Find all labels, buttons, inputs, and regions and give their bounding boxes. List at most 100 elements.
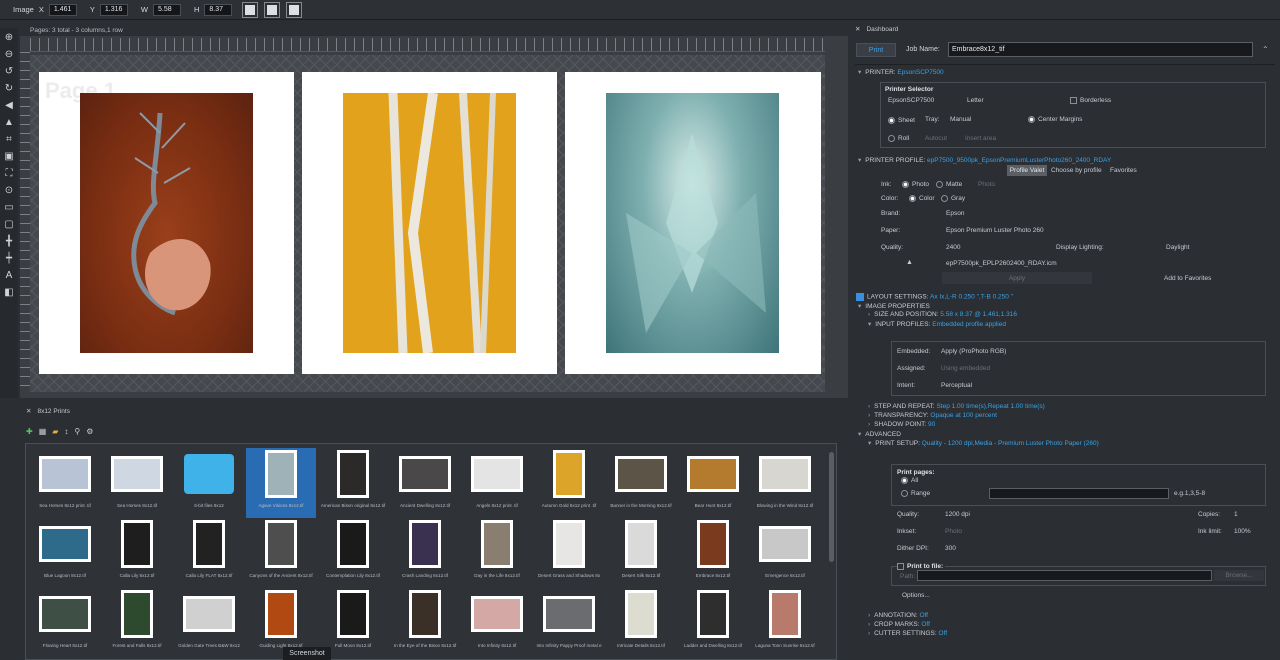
browse-button[interactable]: Browse... — [1214, 570, 1264, 581]
thumbnail-item[interactable]: Embrace 8x12.tif — [678, 518, 748, 588]
aspens-photo[interactable] — [343, 92, 516, 354]
paper-value[interactable]: Epson Premium Luster Photo 260 — [946, 227, 1044, 234]
w-input[interactable]: 5.58 — [152, 3, 181, 16]
ink-photo-radio[interactable]: Photo — [902, 181, 929, 188]
dither-value[interactable]: 300 — [945, 545, 956, 552]
add-icon[interactable]: ✚ — [26, 427, 33, 436]
thumbnail-item[interactable]: 6-bit files 8x12 — [174, 448, 244, 518]
actual-size-icon[interactable]: ▭ — [1, 199, 17, 215]
quality-value[interactable]: 2400 — [946, 244, 960, 251]
print-tab[interactable]: Print — [856, 43, 896, 57]
job-menu-icon[interactable]: ⌃ — [1262, 45, 1269, 54]
thumbnail-item[interactable]: American Bison original 8x12.tif — [318, 448, 388, 518]
thumbnail-item[interactable]: Ancient Dwelling 8x12.tif — [390, 448, 460, 518]
h-input[interactable]: 8.37 — [204, 3, 233, 16]
add-to-favorites-button[interactable]: Add to Favorites — [1164, 275, 1211, 282]
ink-matte-radio[interactable]: Matte — [936, 181, 962, 188]
paper-size[interactable]: Letter — [967, 97, 984, 104]
print-setup-row[interactable]: ▾ PRINT SETUP: Quality - 1200 dpi,Media -… — [868, 439, 1099, 447]
align-icon[interactable] — [242, 1, 259, 18]
apply-profile-button[interactable]: Apply — [942, 272, 1092, 284]
crop-icon[interactable]: ⌗ — [1, 131, 17, 147]
thumbnail-item[interactable]: Desert Grass and Shadows 8x — [534, 518, 604, 588]
thumbnail-item[interactable]: Blue Lagoon 8x12.tif — [30, 518, 100, 588]
align-horizontal-icon[interactable]: ┿ — [1, 250, 17, 266]
embedded-value[interactable]: Apply (ProPhoto RGB) — [941, 348, 1006, 355]
print-page-2[interactable] — [302, 72, 557, 374]
options-button[interactable]: Options... — [902, 592, 930, 599]
printer-row[interactable]: ▾ PRINTER: EpsonSCP7500 — [858, 68, 944, 76]
profile-valet-button[interactable]: Profile Valet — [1007, 165, 1047, 176]
roll-radio[interactable]: Roll — [888, 135, 909, 142]
browser-scrollbar[interactable] — [829, 452, 834, 562]
agave-photo[interactable] — [606, 93, 779, 353]
thumbnail-item[interactable]: Canyons of the Ancient 8x12.tif — [246, 518, 316, 588]
copies-value[interactable]: 1 — [1234, 511, 1238, 518]
folder-icon[interactable]: ▰ — [52, 427, 58, 436]
thumbnail-item[interactable]: Emergence 8x12.tif — [750, 518, 820, 588]
adv-quality-value[interactable]: 1200 dpi — [945, 511, 970, 518]
ink-limit-value[interactable]: 100% — [1234, 528, 1251, 535]
sort-icon[interactable]: ↕ — [64, 427, 68, 436]
brand-value[interactable]: Epson — [946, 210, 964, 217]
path-input[interactable] — [917, 570, 1212, 581]
rotate-right-icon[interactable]: ↻ — [1, 80, 17, 96]
thumbnail-item[interactable]: Day in the Life 8x12.tif — [462, 518, 532, 588]
favorites-button[interactable]: Favorites — [1110, 167, 1137, 174]
shadow-point-row[interactable]: › SHADOW POINT: 90 — [868, 421, 935, 428]
thumbnail-item[interactable]: Contemplation Lily 8x12.tif — [318, 518, 388, 588]
job-name-input[interactable]: Embrace8x12_tif — [948, 42, 1253, 57]
center-margins-radio[interactable]: Center Margins — [1028, 116, 1082, 123]
thumbnail-item[interactable]: Sea Horses 8x12.tif — [102, 448, 172, 518]
thumbnail-item[interactable]: Angels 8x12 print .tif — [462, 448, 532, 518]
thumbnail-item[interactable]: Blowing in the Wind 8x12.tif — [750, 448, 820, 518]
range-input[interactable] — [989, 488, 1169, 499]
thumbnail-item[interactable]: Into Infinity Pappy Proof metal e — [534, 588, 604, 658]
tray-value[interactable]: Manual — [950, 116, 971, 123]
range-radio[interactable]: Range — [901, 490, 930, 497]
color-gray-radio[interactable]: Gray — [941, 195, 965, 202]
printer-profile-row[interactable]: ▾ PRINTER PROFILE: epP7500_9500pk_EpsonPr… — [858, 156, 1111, 164]
flip-vertical-icon[interactable]: ▲ — [1, 114, 17, 130]
border-icon[interactable]: ▢ — [1, 216, 17, 232]
thumbnail-item[interactable]: Intricate Details 8x12.tif — [606, 588, 676, 658]
thumbnail-item[interactable]: Banner in the Morning 8x12.tif — [606, 448, 676, 518]
flip-horizontal-icon[interactable]: ◀ — [1, 97, 17, 113]
search-icon[interactable]: ⚲ — [74, 427, 80, 436]
advanced-row[interactable]: ▾ ADVANCED — [858, 430, 901, 438]
settings-icon[interactable]: ⚙ — [86, 427, 93, 436]
intent-value[interactable]: Perceptual — [941, 382, 972, 389]
borderless-checkbox[interactable]: Borderless — [1070, 97, 1111, 104]
transparency-row[interactable]: › TRANSPARENCY: Opaque at 100 percent — [868, 412, 997, 419]
close-icon[interactable]: ✕ — [26, 407, 31, 415]
text-icon[interactable]: A — [1, 267, 17, 283]
annotation-row[interactable]: › ANNOTATION: Off — [868, 612, 928, 619]
thumbnail-item[interactable]: Bear Hunt 8x12.tif — [678, 448, 748, 518]
center-icon[interactable] — [264, 1, 281, 18]
image-properties-row[interactable]: ▾ IMAGE PROPERTIES — [858, 302, 930, 310]
inkset-value[interactable]: Photo — [945, 528, 962, 535]
grid-view-icon[interactable]: ▦ — [39, 427, 47, 436]
thumbnail-item[interactable]: Calla Lily 8x12.tif — [102, 518, 172, 588]
thumbnail-item[interactable]: Crash Landing 8x12.tif — [390, 518, 460, 588]
print-page-1[interactable]: Page 1 — [39, 72, 294, 374]
display-lighting-value[interactable]: Daylight — [1166, 244, 1189, 251]
color-color-radio[interactable]: Color — [909, 195, 935, 202]
thumbnail-item[interactable]: Golden Gate Trees B&W 8x12 — [174, 588, 244, 658]
thumbnail-item[interactable]: Sea Horses 8x12 print .tif — [30, 448, 100, 518]
x-input[interactable]: 1.461 — [48, 3, 77, 16]
thumbnail-item[interactable]: In the Eye of the Bison 8x12.tif — [390, 588, 460, 658]
fill-icon[interactable]: ⛶ — [1, 165, 17, 181]
align-vertical-icon[interactable]: ╋ — [1, 233, 17, 249]
thumbnail-item[interactable]: Into Infinity 8x12.tif — [462, 588, 532, 658]
y-input[interactable]: 1.316 — [99, 3, 128, 16]
step-repeat-row[interactable]: › STEP AND REPEAT: Step 1.00 time(s),Repe… — [868, 403, 1045, 410]
size-position-row[interactable]: › SIZE AND POSITION: 5.58 x 8.37 @ 1.461,… — [868, 311, 1017, 318]
all-pages-radio[interactable]: All — [901, 477, 918, 484]
rotate-left-icon[interactable]: ↺ — [1, 63, 17, 79]
close-icon[interactable]: ✕ — [855, 25, 860, 33]
print-page-3[interactable] — [565, 72, 821, 374]
input-profiles-row[interactable]: ▾ INPUT PROFILES: Embedded profile applie… — [868, 320, 1006, 328]
assigned-value[interactable]: Using embedded — [941, 365, 990, 372]
layers-icon[interactable]: ◧ — [1, 284, 17, 300]
